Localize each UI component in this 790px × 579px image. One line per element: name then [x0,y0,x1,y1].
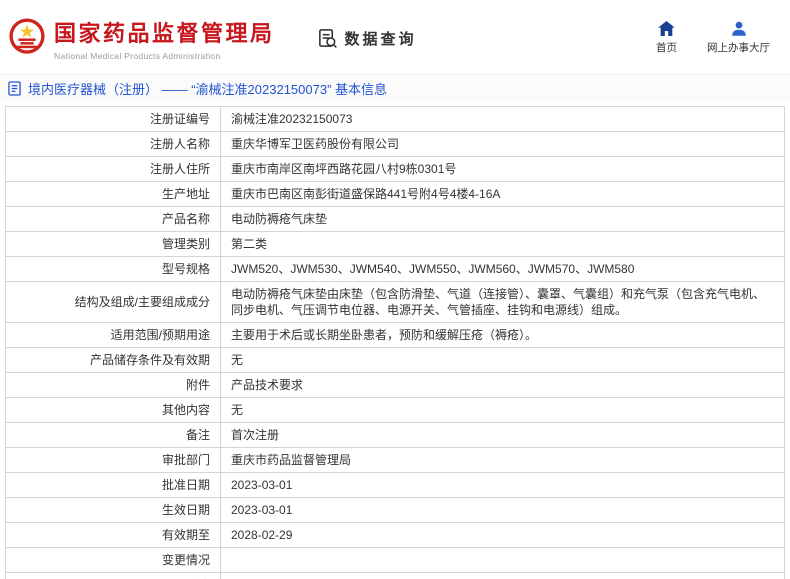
org-title-block: 国家药品监督管理局 National Medical Products Admi… [54,16,275,61]
field-label: 审批部门 [5,447,221,473]
field-value: 无 [220,347,785,373]
field-label: 变更情况 [5,547,221,573]
field-value: 2023-03-01 [220,472,785,498]
field-label: 生效日期 [5,497,221,523]
row-attachment: 附件 产品技术要求 [5,372,785,398]
registration-info-table: 注册证编号 渝械注准20232150073 注册人名称 重庆华博军卫医药股份有限… [5,106,785,579]
document-icon [8,81,21,96]
field-value: 2023-03-01 [220,497,785,523]
row-registrant-name: 注册人名称 重庆华博军卫医药股份有限公司 [5,131,785,157]
field-label: 有效期至 [5,522,221,548]
row-structure-composition: 结构及组成/主要组成成分 电动防褥疮气床垫由床垫（包含防滑垫、气道（连接管）、囊… [5,281,785,323]
breadcrumb: 境内医疗器械（注册） —— “渝械注准20232150073” 基本信息 [0,74,790,102]
nav-item-service-hall[interactable]: 网上办事大厅 [707,21,770,55]
field-value: JWM520、JWM530、JWM540、JWM550、JWM560、JWM57… [220,256,785,282]
row-change-info: 变更情况 [5,547,785,573]
field-value: 重庆市药品监督管理局 [220,447,785,473]
field-label: 注 [5,572,221,579]
row-production-address: 生产地址 重庆市巴南区南彭街道盛保路441号附4号4楼4-16A [5,181,785,207]
home-icon [658,21,675,36]
org-title-en: National Medical Products Administration [54,50,221,61]
field-value: 渝械注准20232150073 [220,106,785,132]
row-product-name: 产品名称 电动防褥疮气床垫 [5,206,785,232]
row-approval-date: 批准日期 2023-03-01 [5,472,785,498]
field-label: 批准日期 [5,472,221,498]
nav-item-home[interactable]: 首页 [656,21,677,55]
field-label: 生产地址 [5,181,221,207]
field-label: 注册人名称 [5,131,221,157]
row-approval-dept: 审批部门 重庆市药品监督管理局 [5,447,785,473]
field-label: 产品名称 [5,206,221,232]
person-icon [731,21,746,36]
field-value: 电动防褥疮气床垫 [220,206,785,232]
row-management-class: 管理类别 第二类 [5,231,785,257]
field-label: 适用范围/预期用途 [5,322,221,348]
row-cert-number: 注册证编号 渝械注准20232150073 [5,106,785,132]
header-nav: 首页 网上办事大厅 [656,21,770,55]
field-value: 主要用于术后或长期坐卧患者，预防和缓解压疮（褥疮）。 [220,322,785,348]
field-value [220,547,785,573]
registration-info-table-wrap: 注册证编号 渝械注准20232150073 注册人名称 重庆华博军卫医药股份有限… [5,106,785,579]
nav-label-service-hall: 网上办事大厅 [707,42,770,54]
emblem-icon [9,18,45,54]
field-label: 型号规格 [5,256,221,282]
field-value: 无 [220,397,785,423]
field-label: 管理类别 [5,231,221,257]
field-value: 详情 [220,572,785,579]
field-value: 首次注册 [220,422,785,448]
national-emblem-logo[interactable] [8,15,46,61]
field-label: 备注 [5,422,221,448]
page-title: 境内医疗器械（注册） —— “渝械注准20232150073” 基本信息 [28,82,388,97]
field-label: 结构及组成/主要组成成分 [5,281,221,323]
row-remark: 备注 首次注册 [5,422,785,448]
nav-label-home: 首页 [656,42,677,54]
document-search-icon [318,28,337,48]
row-effective-date: 生效日期 2023-03-01 [5,497,785,523]
row-registrant-address: 注册人住所 重庆市南岸区南坪西路花园八村9栋0301号 [5,156,785,182]
data-query-label: 数据查询 [344,30,417,48]
data-query-tab[interactable]: 数据查询 [317,28,417,49]
field-value: 产品技术要求 [220,372,785,398]
page-header: 国家药品监督管理局 National Medical Products Admi… [0,0,790,74]
field-label: 注册人住所 [5,156,221,182]
field-value: 电动防褥疮气床垫由床垫（包含防滑垫、气道（连接管）、囊罩、气囊组）和充气泵（包含… [220,281,785,323]
field-value: 重庆市巴南区南彭街道盛保路441号附4号4楼4-16A [220,181,785,207]
row-storage-validity: 产品储存条件及有效期 无 [5,347,785,373]
field-label: 附件 [5,372,221,398]
field-value: 第二类 [220,231,785,257]
field-label: 注册证编号 [5,106,221,132]
org-title-cn: 国家药品监督管理局 [54,20,275,46]
row-note: 注 详情 [5,572,785,579]
row-model-spec: 型号规格 JWM520、JWM530、JWM540、JWM550、JWM560、… [5,256,785,282]
field-label: 其他内容 [5,397,221,423]
field-label: 产品储存条件及有效期 [5,347,221,373]
field-value: 重庆华博军卫医药股份有限公司 [220,131,785,157]
row-expiry-date: 有效期至 2028-02-29 [5,522,785,548]
row-other-content: 其他内容 无 [5,397,785,423]
field-value: 2028-02-29 [220,522,785,548]
row-intended-use: 适用范围/预期用途 主要用于术后或长期坐卧患者，预防和缓解压疮（褥疮）。 [5,322,785,348]
field-value: 重庆市南岸区南坪西路花园八村9栋0301号 [220,156,785,182]
